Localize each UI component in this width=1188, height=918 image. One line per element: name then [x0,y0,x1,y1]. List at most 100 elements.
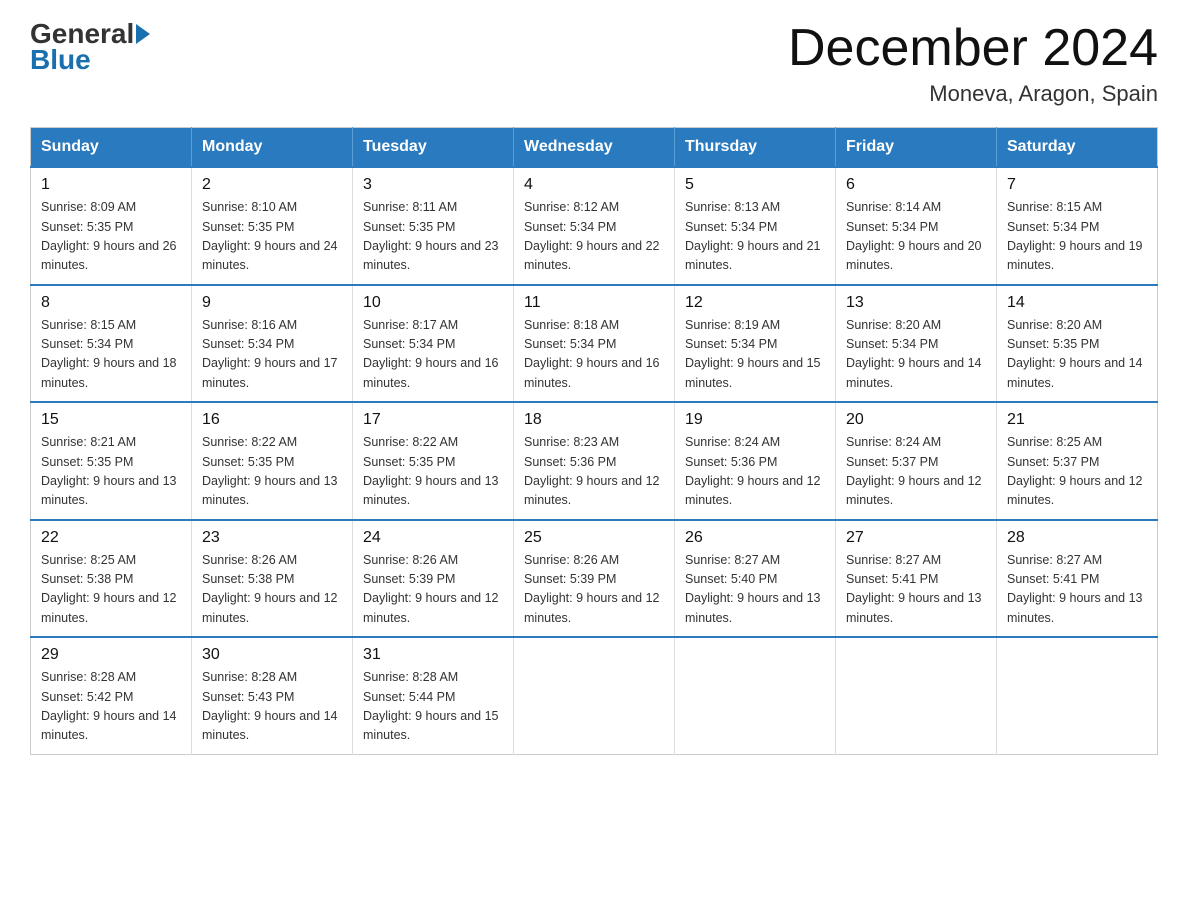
day-info: Sunrise: 8:21 AMSunset: 5:35 PMDaylight:… [41,433,181,511]
calendar-cell: 2 Sunrise: 8:10 AMSunset: 5:35 PMDaylight… [192,167,353,285]
calendar-cell: 29 Sunrise: 8:28 AMSunset: 5:42 PMDayligh… [31,637,192,754]
day-info: Sunrise: 8:22 AMSunset: 5:35 PMDaylight:… [363,433,503,511]
calendar-cell [675,637,836,754]
calendar-cell: 9 Sunrise: 8:16 AMSunset: 5:34 PMDaylight… [192,285,353,403]
weekday-header-sunday: Sunday [31,128,192,168]
day-info: Sunrise: 8:28 AMSunset: 5:42 PMDaylight:… [41,668,181,746]
calendar-table: SundayMondayTuesdayWednesdayThursdayFrid… [30,127,1158,755]
logo: General Blue [30,20,152,76]
week-row-2: 8 Sunrise: 8:15 AMSunset: 5:34 PMDaylight… [31,285,1158,403]
day-number: 3 [363,176,503,194]
day-info: Sunrise: 8:22 AMSunset: 5:35 PMDaylight:… [202,433,342,511]
day-number: 17 [363,411,503,429]
day-number: 18 [524,411,664,429]
day-info: Sunrise: 8:12 AMSunset: 5:34 PMDaylight:… [524,198,664,276]
day-number: 10 [363,294,503,312]
calendar-cell: 28 Sunrise: 8:27 AMSunset: 5:41 PMDayligh… [997,520,1158,638]
day-info: Sunrise: 8:26 AMSunset: 5:39 PMDaylight:… [363,551,503,629]
calendar-cell: 12 Sunrise: 8:19 AMSunset: 5:34 PMDayligh… [675,285,836,403]
calendar-cell [997,637,1158,754]
day-number: 6 [846,176,986,194]
calendar-cell: 8 Sunrise: 8:15 AMSunset: 5:34 PMDaylight… [31,285,192,403]
day-info: Sunrise: 8:15 AMSunset: 5:34 PMDaylight:… [41,316,181,394]
day-info: Sunrise: 8:17 AMSunset: 5:34 PMDaylight:… [363,316,503,394]
calendar-cell: 22 Sunrise: 8:25 AMSunset: 5:38 PMDayligh… [31,520,192,638]
day-number: 28 [1007,529,1147,547]
calendar-cell: 10 Sunrise: 8:17 AMSunset: 5:34 PMDayligh… [353,285,514,403]
calendar-cell: 27Sunrise: 8:27 AMSunset: 5:41 PMDayligh… [836,520,997,638]
calendar-cell: 24 Sunrise: 8:26 AMSunset: 5:39 PMDayligh… [353,520,514,638]
day-number: 31 [363,646,503,664]
page-title: December 2024 [788,20,1158,77]
day-info: Sunrise: 8:27 AMSunset: 5:41 PMDaylight:… [1007,551,1147,629]
calendar-cell: 18 Sunrise: 8:23 AMSunset: 5:36 PMDayligh… [514,402,675,520]
day-number: 5 [685,176,825,194]
weekday-header-monday: Monday [192,128,353,168]
day-number: 11 [524,294,664,312]
calendar-cell: 14Sunrise: 8:20 AMSunset: 5:35 PMDayligh… [997,285,1158,403]
day-number: 8 [41,294,181,312]
day-info: Sunrise: 8:25 AMSunset: 5:38 PMDaylight:… [41,551,181,629]
calendar-cell [836,637,997,754]
calendar-cell: 17 Sunrise: 8:22 AMSunset: 5:35 PMDayligh… [353,402,514,520]
logo-blue: Blue [30,44,91,76]
day-info: Sunrise: 8:24 AMSunset: 5:36 PMDaylight:… [685,433,825,511]
day-info: Sunrise: 8:16 AMSunset: 5:34 PMDaylight:… [202,316,342,394]
day-number: 23 [202,529,342,547]
day-number: 21 [1007,411,1147,429]
calendar-cell: 25 Sunrise: 8:26 AMSunset: 5:39 PMDayligh… [514,520,675,638]
calendar-cell: 4 Sunrise: 8:12 AMSunset: 5:34 PMDaylight… [514,167,675,285]
calendar-cell: 23Sunrise: 8:26 AMSunset: 5:38 PMDayligh… [192,520,353,638]
day-info: Sunrise: 8:28 AMSunset: 5:43 PMDaylight:… [202,668,342,746]
weekday-header-wednesday: Wednesday [514,128,675,168]
day-number: 1 [41,176,181,194]
calendar-cell: 11Sunrise: 8:18 AMSunset: 5:34 PMDayligh… [514,285,675,403]
week-row-1: 1Sunrise: 8:09 AMSunset: 5:35 PMDaylight… [31,167,1158,285]
day-number: 29 [41,646,181,664]
day-info: Sunrise: 8:25 AMSunset: 5:37 PMDaylight:… [1007,433,1147,511]
calendar-cell: 5Sunrise: 8:13 AMSunset: 5:34 PMDaylight… [675,167,836,285]
day-info: Sunrise: 8:26 AMSunset: 5:39 PMDaylight:… [524,551,664,629]
weekday-header-tuesday: Tuesday [353,128,514,168]
week-row-5: 29 Sunrise: 8:28 AMSunset: 5:42 PMDayligh… [31,637,1158,754]
calendar-cell: 7Sunrise: 8:15 AMSunset: 5:34 PMDaylight… [997,167,1158,285]
calendar-cell: 3 Sunrise: 8:11 AMSunset: 5:35 PMDaylight… [353,167,514,285]
day-number: 9 [202,294,342,312]
day-info: Sunrise: 8:14 AMSunset: 5:34 PMDaylight:… [846,198,986,276]
calendar-cell: 6 Sunrise: 8:14 AMSunset: 5:34 PMDaylight… [836,167,997,285]
calendar-cell: 31Sunrise: 8:28 AMSunset: 5:44 PMDayligh… [353,637,514,754]
title-section: December 2024 Moneva, Aragon, Spain [788,20,1158,107]
weekday-header-friday: Friday [836,128,997,168]
weekday-header-thursday: Thursday [675,128,836,168]
day-number: 19 [685,411,825,429]
day-number: 4 [524,176,664,194]
calendar-cell: 1Sunrise: 8:09 AMSunset: 5:35 PMDaylight… [31,167,192,285]
page-header: General Blue December 2024 Moneva, Arago… [30,20,1158,107]
day-number: 13 [846,294,986,312]
weekday-header-row: SundayMondayTuesdayWednesdayThursdayFrid… [31,128,1158,168]
subtitle: Moneva, Aragon, Spain [788,81,1158,107]
day-number: 2 [202,176,342,194]
day-number: 20 [846,411,986,429]
day-info: Sunrise: 8:23 AMSunset: 5:36 PMDaylight:… [524,433,664,511]
day-number: 25 [524,529,664,547]
day-info: Sunrise: 8:10 AMSunset: 5:35 PMDaylight:… [202,198,342,276]
week-row-3: 15Sunrise: 8:21 AMSunset: 5:35 PMDayligh… [31,402,1158,520]
day-info: Sunrise: 8:27 AMSunset: 5:40 PMDaylight:… [685,551,825,629]
logo-triangle-icon [136,24,150,44]
calendar-cell: 30Sunrise: 8:28 AMSunset: 5:43 PMDayligh… [192,637,353,754]
day-number: 12 [685,294,825,312]
day-number: 14 [1007,294,1147,312]
day-info: Sunrise: 8:19 AMSunset: 5:34 PMDaylight:… [685,316,825,394]
day-number: 26 [685,529,825,547]
day-number: 24 [363,529,503,547]
calendar-cell: 20Sunrise: 8:24 AMSunset: 5:37 PMDayligh… [836,402,997,520]
day-number: 16 [202,411,342,429]
weekday-header-saturday: Saturday [997,128,1158,168]
day-number: 27 [846,529,986,547]
calendar-cell: 16 Sunrise: 8:22 AMSunset: 5:35 PMDayligh… [192,402,353,520]
day-info: Sunrise: 8:11 AMSunset: 5:35 PMDaylight:… [363,198,503,276]
calendar-cell: 26 Sunrise: 8:27 AMSunset: 5:40 PMDayligh… [675,520,836,638]
calendar-cell [514,637,675,754]
day-number: 22 [41,529,181,547]
